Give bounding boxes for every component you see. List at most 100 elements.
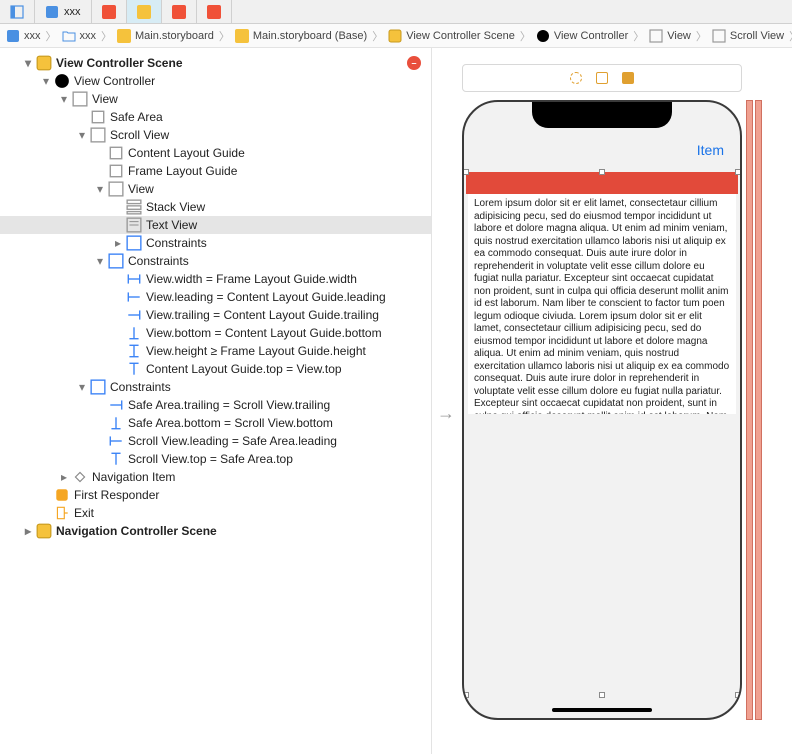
scene-icon <box>36 55 52 71</box>
outline-oc2[interactable]: Safe Area.bottom = Scroll View.bottom <box>0 414 431 432</box>
constraints-icon <box>108 253 124 269</box>
navitem-icon <box>72 469 88 485</box>
ruler-icon <box>746 100 753 720</box>
firstresponder-icon <box>54 487 70 503</box>
disclosure-icon[interactable]: ▸ <box>22 524 34 538</box>
outline-first[interactable]: First Responder <box>0 486 431 504</box>
constraint-icon <box>108 397 124 413</box>
disclosure-icon[interactable]: ▾ <box>76 380 88 394</box>
device-frame[interactable]: Item Lorem ipsum dolor sit er elit lamet… <box>462 100 742 720</box>
chevron-right-icon: 〉 <box>372 28 383 44</box>
handle-icon[interactable] <box>463 169 469 175</box>
outline-safearea[interactable]: Safe Area <box>0 108 431 126</box>
disclosure-icon[interactable]: ▾ <box>94 182 106 196</box>
crumb-scroll[interactable]: Scroll View <box>710 29 786 43</box>
outline-flg[interactable]: Frame Layout Guide <box>0 162 431 180</box>
outline-innerview[interactable]: ▾View <box>0 180 431 198</box>
chevron-right-icon: 〉 <box>46 28 57 44</box>
disclosure-icon[interactable]: ▾ <box>94 254 106 268</box>
handle-icon[interactable] <box>735 692 741 698</box>
exit-icon <box>54 505 70 521</box>
outline-nav-scene[interactable]: ▸Navigation Controller Scene <box>0 522 431 540</box>
ib-canvas[interactable]: → Item Lorem ipsum dolor sit er elit lam… <box>432 48 792 754</box>
crumb-storyboard-base[interactable]: Main.storyboard (Base) <box>233 29 369 43</box>
issue-indicator-icon[interactable]: – <box>407 56 421 70</box>
crumb-scene[interactable]: View Controller Scene <box>386 29 517 43</box>
outline-c-top[interactable]: Content Layout Guide.top = View.top <box>0 360 431 378</box>
disclosure-icon[interactable]: ▾ <box>22 56 34 70</box>
text-view[interactable]: Lorem ipsum dolor sit er elit lamet, con… <box>468 194 736 414</box>
constraint-icon <box>108 415 124 431</box>
outline-vc[interactable]: ▾View Controller <box>0 72 431 90</box>
crumb-folder[interactable]: xxx <box>60 29 99 43</box>
scene-icon <box>388 29 402 43</box>
swift-icon <box>102 5 116 19</box>
outline-c-height[interactable]: View.height ≥ Frame Layout Guide.height <box>0 342 431 360</box>
outline-constraints-scroll[interactable]: ▾Constraints <box>0 252 431 270</box>
breadcrumb: xxx〉 xxx〉 Main.storyboard〉 Main.storyboa… <box>0 24 792 48</box>
tab-navigator[interactable] <box>0 0 35 23</box>
outline-view[interactable]: ▾View <box>0 90 431 108</box>
outline-constraints-view[interactable]: ▾Constraints <box>0 378 431 396</box>
handle-icon[interactable] <box>735 169 741 175</box>
stack-icon <box>126 199 142 215</box>
crumb-storyboard[interactable]: Main.storyboard <box>115 29 216 43</box>
project-icon <box>6 29 20 43</box>
outline-c-leading[interactable]: View.leading = Content Layout Guide.lead… <box>0 288 431 306</box>
outline-c-width[interactable]: View.width = Frame Layout Guide.width <box>0 270 431 288</box>
swift-icon <box>172 5 186 19</box>
outline-oc3[interactable]: Scroll View.leading = Safe Area.leading <box>0 432 431 450</box>
outline-c-trailing[interactable]: View.trailing = Content Layout Guide.tra… <box>0 306 431 324</box>
outline-oc1[interactable]: Safe Area.trailing = Scroll View.trailin… <box>0 396 431 414</box>
document-outline[interactable]: ▾View Controller Scene– ▾View Controller… <box>0 48 432 754</box>
device-notch <box>532 102 672 128</box>
outline-clg[interactable]: Content Layout Guide <box>0 144 431 162</box>
nav-item-button[interactable]: Item <box>697 142 724 158</box>
safearea-icon <box>90 109 106 125</box>
outline-navitem[interactable]: ▸Navigation Item <box>0 468 431 486</box>
handle-icon[interactable] <box>599 169 605 175</box>
tab-swift-3[interactable] <box>197 0 232 23</box>
tab-storyboard[interactable] <box>127 0 162 23</box>
disclosure-icon[interactable]: ▾ <box>58 92 70 106</box>
tab-swift-2[interactable] <box>162 0 197 23</box>
disclosure-icon[interactable]: ▸ <box>112 236 124 250</box>
disclosure-icon[interactable]: ▸ <box>58 470 70 484</box>
tool3-icon[interactable] <box>622 72 634 84</box>
scene-toolbar[interactable] <box>462 64 742 92</box>
chevron-right-icon: 〉 <box>696 28 707 44</box>
tool1-icon[interactable] <box>570 72 582 84</box>
handle-icon[interactable] <box>463 692 469 698</box>
constraints-icon <box>90 379 106 395</box>
crumb-project[interactable]: xxx <box>4 29 43 43</box>
tab-bar: xxx <box>0 0 792 24</box>
outline-textview[interactable]: Text View <box>0 216 431 234</box>
viewcontroller-icon <box>54 73 70 89</box>
handle-icon[interactable] <box>599 692 605 698</box>
tab-project[interactable]: xxx <box>35 0 92 23</box>
constraint-rulers <box>746 100 762 720</box>
tool2-icon[interactable] <box>596 72 608 84</box>
constraint-icon <box>108 433 124 449</box>
storyboard-icon <box>235 29 249 43</box>
crumb-vc[interactable]: View Controller <box>534 29 630 43</box>
chevron-right-icon: 〉 <box>101 28 112 44</box>
outline-oc4[interactable]: Scroll View.top = Safe Area.top <box>0 450 431 468</box>
disclosure-icon[interactable]: ▾ <box>40 74 52 88</box>
outline-constraints-inner[interactable]: ▸Constraints <box>0 234 431 252</box>
view-icon <box>712 29 726 43</box>
disclosure-icon[interactable]: ▾ <box>76 128 88 142</box>
outline-exit[interactable]: Exit <box>0 504 431 522</box>
outline-scrollview[interactable]: ▾Scroll View <box>0 126 431 144</box>
constraint-icon <box>126 289 142 305</box>
outline-scene[interactable]: ▾View Controller Scene– <box>0 54 431 72</box>
outline-stack[interactable]: Stack View <box>0 198 431 216</box>
red-view[interactable] <box>466 172 738 194</box>
chevron-right-icon: 〉 <box>633 28 644 44</box>
outline-c-bottom[interactable]: View.bottom = Content Layout Guide.botto… <box>0 324 431 342</box>
crumb-view[interactable]: View <box>647 29 693 43</box>
tab-swift-1[interactable] <box>92 0 127 23</box>
arrow-right-icon: → <box>437 403 455 424</box>
constraint-icon <box>126 343 142 359</box>
view-icon <box>90 127 106 143</box>
